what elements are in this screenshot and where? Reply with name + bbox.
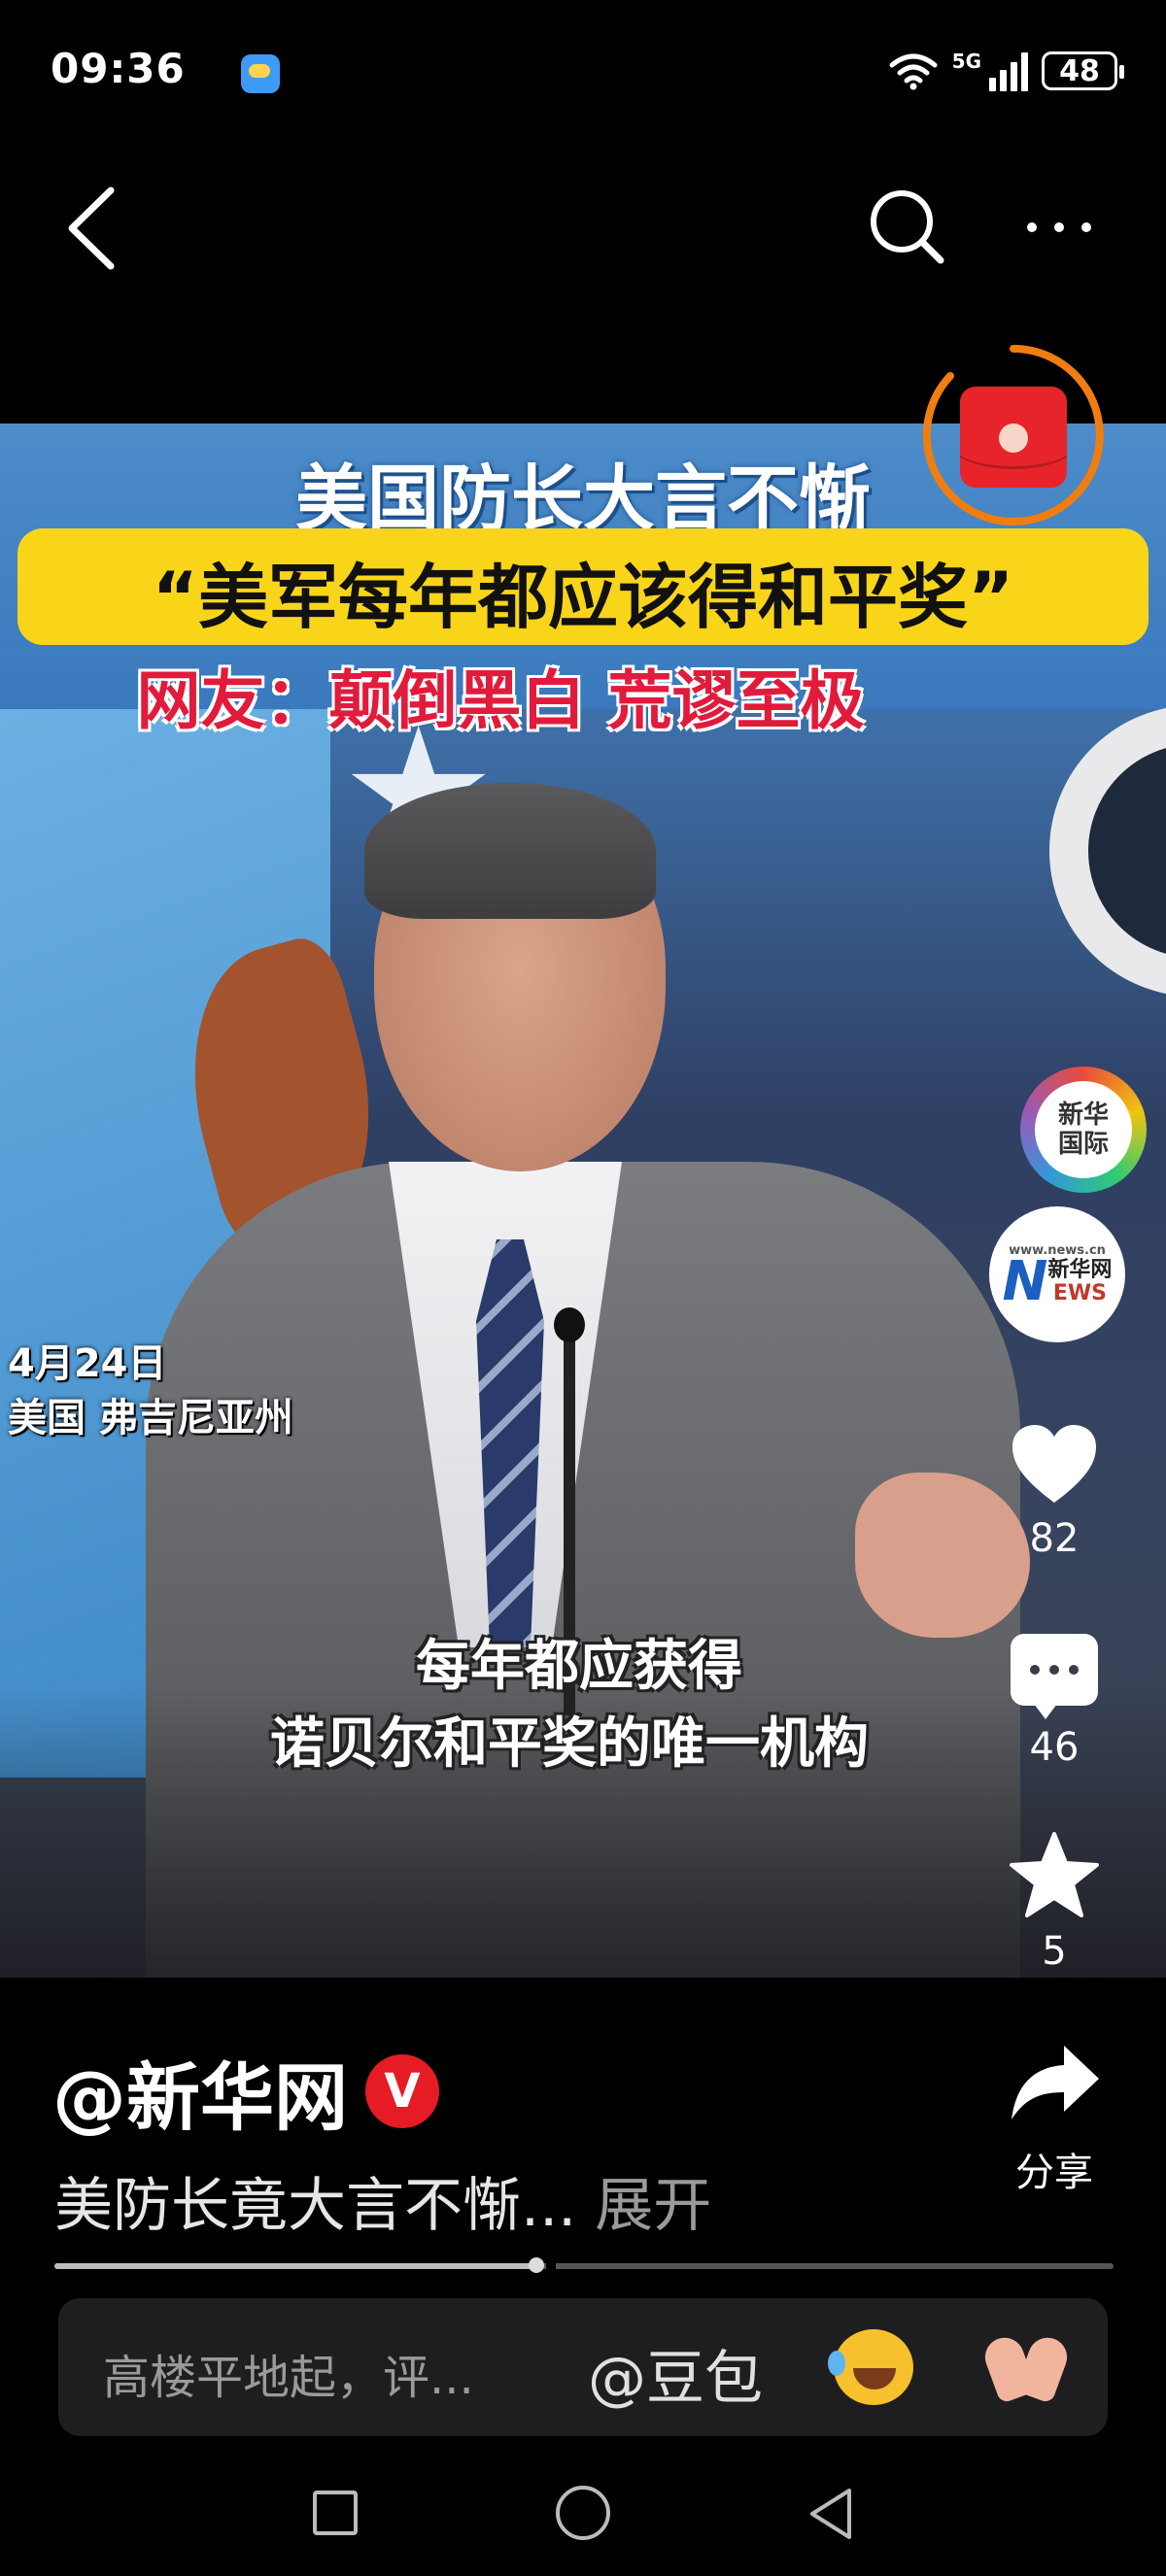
battery-level: 48 [1059, 53, 1100, 88]
recent-apps-icon[interactable] [313, 2491, 358, 2535]
system-navigation-bar [0, 2457, 1166, 2576]
xinhua-news-logo[interactable]: www.news.cn N 新华网 EWS [989, 1206, 1125, 1342]
speaker-hair [364, 783, 656, 919]
seal-emblem [1049, 705, 1166, 997]
home-icon[interactable] [556, 2486, 610, 2540]
comment-button[interactable]: 46 [991, 1634, 1117, 1770]
search-icon[interactable] [863, 183, 950, 270]
share-button[interactable]: 分享 [1001, 2040, 1108, 2197]
video-quote-headline: “美军每年都应该得和平奖” [152, 557, 1014, 638]
network-type-label: 5G [951, 50, 981, 73]
status-indicators: 5G 48 [888, 47, 1124, 95]
laughing-crying-emoji-icon[interactable] [828, 2329, 913, 2405]
progress-knob[interactable] [528, 2257, 544, 2273]
video-netizen-headline: 网友：颠倒黑白 荒谬至极 [136, 663, 865, 738]
battery-icon: 48 [1042, 51, 1124, 90]
location-place: 美国 弗吉尼亚州 [8, 1396, 293, 1441]
top-nav [0, 165, 1166, 282]
comment-input[interactable]: 高楼平地起，评... [103, 2339, 474, 2407]
logo-name: 新华网 [1047, 1257, 1113, 1282]
progress-fill [54, 2263, 536, 2269]
weather-icon [241, 54, 280, 93]
location-date: 4月24日 [8, 1341, 167, 1386]
more-icon[interactable] [1011, 188, 1108, 266]
post-description[interactable]: 美防长竟大言不惭... 展开 [54, 2158, 711, 2243]
video-progress-bar[interactable] [54, 2257, 1114, 2273]
status-time: 09:36 [51, 45, 186, 92]
verified-badge-icon: V [365, 2054, 439, 2128]
comment-icon [1011, 1634, 1098, 1719]
like-count: 82 [1029, 1516, 1080, 1561]
signal-icon [989, 51, 1028, 91]
status-bar: 09:36 5G 48 [0, 0, 1166, 1214]
author-name[interactable]: @新华网 V [52, 2038, 439, 2145]
back-icon[interactable] [56, 185, 134, 272]
wifi-icon [888, 51, 939, 90]
subtitle-line: 诺贝尔和平奖的唯一机构 [270, 1712, 869, 1776]
praying-hands-emoji-icon[interactable] [979, 2331, 1073, 2405]
progress-segment-gap [545, 2261, 556, 2271]
subtitle-line: 每年都应获得 [416, 1635, 742, 1698]
expand-link[interactable]: 展开 [595, 2172, 711, 2240]
mention-doubao-button[interactable]: @豆包 [588, 2331, 763, 2416]
share-label: 分享 [1015, 2151, 1093, 2195]
favorite-count: 5 [1042, 1929, 1067, 1974]
like-button[interactable]: 82 [991, 1423, 1117, 1561]
author-label: @新华网 [52, 2054, 348, 2141]
logo-ews: EWS [1052, 1280, 1107, 1305]
xinhua-international-logo[interactable]: 新华 国际 [1020, 1067, 1147, 1193]
comment-count: 46 [1029, 1725, 1080, 1770]
heart-icon [1012, 1425, 1096, 1503]
logo-text: 新华 国际 [1035, 1081, 1132, 1178]
comment-input-bar[interactable]: 高楼平地起，评... @豆包 [58, 2298, 1108, 2436]
description-text: 美防长竟大言不惭... [54, 2172, 577, 2240]
video-location: 4月24日 美国 弗吉尼亚州 [8, 1337, 293, 1445]
logo-mark: N [1002, 1249, 1048, 1313]
red-packet-icon[interactable] [960, 387, 1067, 488]
star-icon [1010, 1832, 1099, 1917]
system-back-icon[interactable] [803, 2485, 861, 2543]
share-icon [1012, 2046, 1099, 2119]
favorite-button[interactable]: 5 [991, 1830, 1117, 1974]
